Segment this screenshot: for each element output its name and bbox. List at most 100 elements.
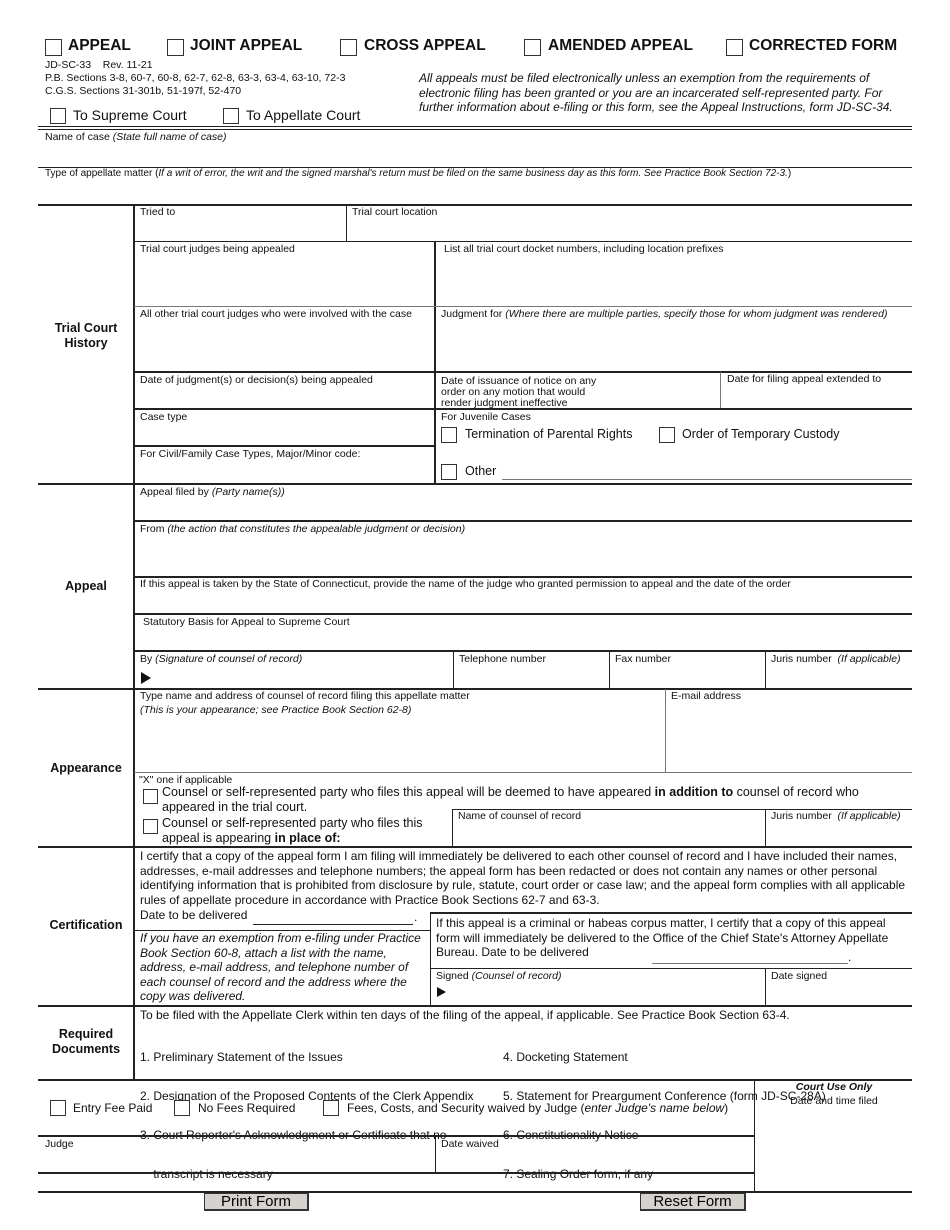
telephone-label: Telephone number [459, 653, 546, 665]
in-place-checkbox[interactable] [143, 819, 158, 834]
otc-label: Order of Temporary Custody [682, 427, 840, 441]
signed-label: Signed (Counsel of record) [436, 970, 562, 982]
judge-label: Judge [45, 1138, 74, 1150]
cross-appeal-checkbox[interactable] [340, 39, 357, 56]
tried-to-field[interactable] [138, 219, 343, 241]
appeal-checkbox[interactable] [45, 39, 62, 56]
trial-court-location-field[interactable] [350, 219, 908, 241]
appearance-juris-field[interactable] [769, 823, 908, 844]
judges-appealed-label: Trial court judges being appealed [140, 243, 295, 255]
appeal-juris-field[interactable] [769, 666, 908, 686]
counsel-name-address-hint: (This is your appearance; see Practice B… [140, 704, 412, 716]
amended-appeal-label: AMENDED APPEAL [548, 37, 693, 54]
appellate-court-checkbox[interactable] [223, 108, 239, 124]
docket-numbers-field[interactable] [440, 256, 908, 305]
other-juvenile-label: Other [465, 464, 497, 478]
judgment-for-field[interactable] [440, 321, 908, 370]
case-type-field[interactable] [138, 424, 430, 444]
cross-appeal-label: CROSS APPEAL [364, 37, 486, 54]
joint-appeal-checkbox[interactable] [167, 39, 184, 56]
date-extended-field[interactable] [725, 386, 908, 407]
state-judge-label: If this appeal is taken by the State of … [140, 578, 791, 590]
corrected-form-checkbox[interactable] [726, 39, 743, 56]
in-addition-checkbox[interactable] [143, 789, 158, 804]
tpr-checkbox[interactable] [441, 427, 457, 443]
state-judge-field[interactable] [138, 591, 908, 612]
certification-title: Certification [49, 918, 123, 932]
trial-court-history-title: Trial Court History [54, 321, 118, 350]
docket-numbers-label: List all trial court docket numbers, inc… [444, 243, 724, 255]
appellate-court-label: To Appellate Court [246, 107, 361, 123]
counsel-of-record-field[interactable] [456, 823, 761, 844]
from-label: From (the action that constitutes the ap… [140, 523, 466, 535]
telephone-field[interactable] [457, 666, 605, 686]
entry-fee-paid-checkbox[interactable] [50, 1100, 66, 1116]
fees-waived-label: Fees, Costs, and Security waived by Judg… [347, 1101, 729, 1115]
date-waived-field[interactable] [439, 1151, 750, 1171]
corrected-form-label: CORRECTED FORM [749, 37, 898, 54]
otc-checkbox[interactable] [659, 427, 675, 443]
other-judges-field[interactable] [138, 321, 430, 370]
other-juvenile-field[interactable] [502, 463, 908, 479]
list-item: 1. Preliminary Statement of the Issues [140, 1050, 343, 1064]
sign-here-arrow-icon [141, 672, 151, 684]
reset-form-button[interactable]: Reset Form [640, 1193, 746, 1211]
no-fees-required-label: No Fees Required [198, 1101, 296, 1115]
date-extended-label: Date for filing appeal extended to [727, 373, 882, 385]
required-documents-title: Required Documents [51, 1027, 121, 1056]
court-use-subtitle: Date and time filed [790, 1095, 878, 1107]
date-of-judgment-label: Date of judgment(s) or decision(s) being… [140, 374, 373, 386]
form-id: JD-SC-33 Rev. 11-21 [45, 59, 153, 71]
sign-here-arrow-icon [437, 987, 446, 997]
major-minor-field[interactable] [138, 461, 430, 481]
date-notice-label: Date of issuance of notice on any order o… [441, 375, 597, 409]
exemption-note: If you have an exemption from e-filing u… [140, 931, 421, 1004]
other-judges-label: All other trial court judges who were in… [140, 308, 412, 320]
date-delivered-field[interactable] [253, 907, 413, 923]
fax-field[interactable] [613, 666, 761, 686]
certification-signature-field[interactable] [450, 983, 760, 1003]
fees-waived-checkbox[interactable] [323, 1100, 339, 1116]
in-place-label: Counsel or self-represented party who fi… [162, 816, 423, 845]
counsel-of-record-label: Name of counsel of record [458, 810, 582, 822]
date-signed-field[interactable] [769, 983, 908, 1003]
tpr-label: Termination of Parental Rights [465, 427, 633, 441]
filed-by-label: Appeal filed by (Party name(s)) [140, 486, 285, 498]
entry-fee-paid-label: Entry Fee Paid [73, 1101, 153, 1115]
judges-appealed-field[interactable] [138, 256, 430, 305]
appeal-label: APPEAL [68, 37, 131, 54]
signature-field[interactable] [155, 666, 447, 686]
pb-sections: P.B. Sections 3-8, 60-7, 60-8, 62-7, 62-… [45, 72, 346, 84]
print-form-button[interactable]: Print Form [204, 1193, 309, 1211]
supreme-court-checkbox[interactable] [50, 108, 66, 124]
amended-appeal-checkbox[interactable] [524, 39, 541, 56]
no-fees-required-checkbox[interactable] [174, 1100, 190, 1116]
judgment-for-label: Judgment for (Where there are multiple p… [441, 308, 888, 320]
cgs-sections: C.G.S. Sections 31-301b, 51-197f, 52-470 [45, 85, 242, 97]
appellate-matter-field[interactable] [45, 181, 905, 203]
statutory-basis-field[interactable] [138, 629, 908, 649]
required-docs-intro: To be filed with the Appellate Clerk wit… [140, 1008, 790, 1022]
signature-label: By (Signature of counsel of record) [140, 653, 303, 665]
efiling-notice: All appeals must be filed electronically… [419, 71, 893, 115]
court-use-title: Court Use Only [795, 1081, 873, 1093]
judge-field[interactable] [43, 1151, 431, 1171]
criminal-date-field[interactable] [652, 946, 848, 962]
date-signed-label: Date signed [771, 970, 828, 982]
counsel-name-address-field[interactable] [138, 718, 658, 770]
trial-court-location-label: Trial court location [352, 206, 438, 218]
major-minor-label: For Civil/Family Case Types, Major/Minor… [140, 448, 361, 460]
supreme-court-label: To Supreme Court [73, 107, 187, 123]
email-field[interactable] [669, 703, 908, 770]
certification-statement: I certify that a copy of the appeal form… [140, 849, 906, 907]
from-field[interactable] [138, 536, 908, 575]
email-label: E-mail address [671, 690, 742, 702]
date-of-judgment-field[interactable] [138, 387, 430, 407]
filed-by-field[interactable] [138, 499, 908, 519]
case-type-label: Case type [140, 411, 188, 423]
date-delivered-label: Date to be delivered [140, 908, 248, 922]
list-item: 4. Docketing Statement [503, 1050, 628, 1064]
case-name-label: Name of case (State full name of case) [45, 131, 227, 143]
case-name-field[interactable] [45, 144, 905, 166]
other-juvenile-checkbox[interactable] [441, 464, 457, 480]
